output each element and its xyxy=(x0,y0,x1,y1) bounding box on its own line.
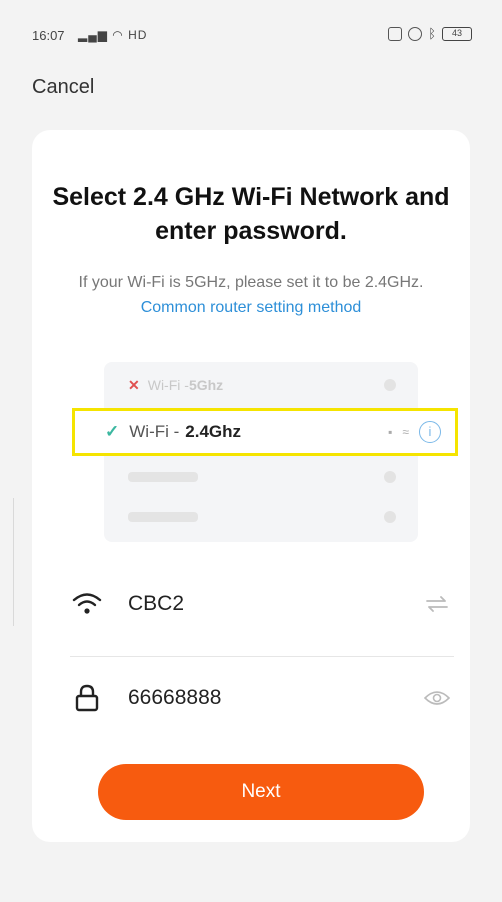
illustration-24g-icons: ▪ ≈ i xyxy=(388,421,441,443)
page-title: Select 2.4 GHz Wi-Fi Network and enter p… xyxy=(52,183,450,245)
illustration-5g-band: 5Ghz xyxy=(188,377,224,393)
battery-icon: 43 xyxy=(442,26,472,41)
field-divider xyxy=(70,656,454,657)
illustration-row-placeholder xyxy=(104,502,418,532)
lock-small-icon: ▪ xyxy=(388,425,393,439)
illustration-row-dot xyxy=(384,471,396,483)
status-network: ▂▄▆ ◠ HD xyxy=(78,28,147,42)
vibrate-icon xyxy=(388,26,403,41)
cross-icon: ✕ xyxy=(128,376,140,393)
ssid-value[interactable]: CBC2 xyxy=(128,592,184,616)
illustration-5g-prefix: Wi-Fi - xyxy=(147,377,189,393)
password-value[interactable]: 66668888 xyxy=(128,686,221,710)
lock-icon xyxy=(70,681,104,715)
cancel-button[interactable]: Cancel xyxy=(32,76,94,99)
next-button[interactable]: Next xyxy=(98,764,424,820)
status-bar: 16:07 ▂▄▆ ◠ HD ᛒ 43 xyxy=(0,0,502,70)
illustration-row-dot xyxy=(384,379,396,391)
switch-network-icon[interactable] xyxy=(424,592,450,616)
illustration-row-placeholder xyxy=(104,462,418,492)
instruction-body: If your Wi-Fi is 5GHz, please set it to … xyxy=(78,274,424,291)
router-setting-link[interactable]: Common router setting method xyxy=(141,299,362,316)
wifi-small-icon: ≈ xyxy=(402,425,409,439)
illustration-row-5g: ✕ Wi-Fi - 5Ghz xyxy=(104,370,418,400)
wifi-setup-card: Select 2.4 GHz Wi-Fi Network and enter p… xyxy=(32,130,470,842)
bluetooth-icon: ᛒ xyxy=(428,26,436,41)
password-field[interactable]: 66668888 xyxy=(70,670,450,726)
illustration-24g-prefix: Wi-Fi - xyxy=(129,422,180,441)
status-network-label: HD xyxy=(128,28,148,42)
wifi-icon xyxy=(70,587,104,621)
wifi-ssid-field[interactable]: CBC2 xyxy=(70,576,450,632)
show-password-icon[interactable] xyxy=(424,686,450,710)
wifi-status-icon: ◠ xyxy=(112,28,129,42)
illustration-24g-band: 2.4Ghz xyxy=(185,422,242,441)
alarm-icon xyxy=(408,26,423,41)
placeholder-bar xyxy=(128,512,198,522)
illustration-row-dot xyxy=(384,511,396,523)
status-right-icons: ᛒ 43 xyxy=(388,26,472,41)
info-icon: i xyxy=(419,421,441,443)
checkmark-icon: ✓ xyxy=(105,422,120,441)
instruction-text: If your Wi-Fi is 5GHz, please set it to … xyxy=(52,270,450,320)
signal-icon: ▂▄▆ xyxy=(78,28,113,42)
illustration-row-24g: ✓ Wi-Fi - 2.4Ghz ▪ ≈ i xyxy=(72,408,458,456)
placeholder-bar xyxy=(128,472,198,482)
edge-handle xyxy=(0,498,14,626)
status-time: 16:07 xyxy=(32,28,65,43)
